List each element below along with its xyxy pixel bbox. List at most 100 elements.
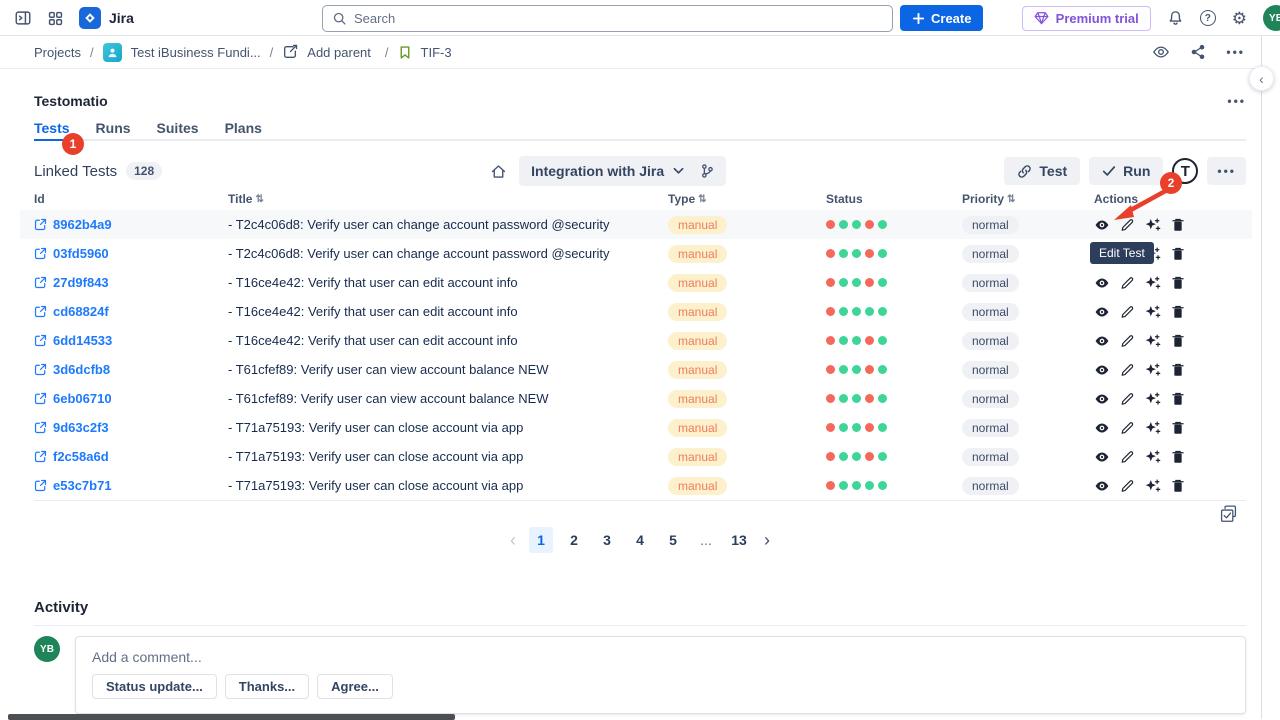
pagination-page-3[interactable]: 3 <box>595 527 619 553</box>
watch-icon[interactable] <box>1152 44 1170 60</box>
sort-icon[interactable]: ⇅ <box>1007 194 1015 205</box>
eye-filled-icon[interactable] <box>1094 479 1110 493</box>
trash-icon[interactable] <box>1171 420 1185 435</box>
pagination-page-5[interactable]: 5 <box>661 527 685 553</box>
trash-icon[interactable] <box>1171 275 1185 290</box>
user-avatar[interactable]: YB <box>1263 5 1280 31</box>
pagination-page-13[interactable]: 13 <box>727 527 751 553</box>
bulk-select-icon[interactable] <box>1219 504 1238 523</box>
status-dot <box>852 452 861 461</box>
sort-icon[interactable]: ⇅ <box>698 194 706 205</box>
sort-icon[interactable]: ⇅ <box>255 194 263 205</box>
trash-icon[interactable] <box>1171 246 1185 261</box>
pagination-prev-icon[interactable]: ‹ <box>506 530 520 551</box>
test-id-link[interactable]: f2c58a6d <box>34 449 228 464</box>
breadcrumb-project-name[interactable]: Test iBusiness Fundi... <box>131 45 261 60</box>
eye-filled-icon[interactable] <box>1094 334 1110 348</box>
ai-generate-icon[interactable] <box>1144 420 1161 436</box>
environment-dropdown[interactable]: Integration with Jira <box>519 156 726 186</box>
tab-suites[interactable]: Suites <box>157 120 199 139</box>
run-button[interactable]: Run <box>1089 157 1163 185</box>
pencil-icon[interactable] <box>1120 305 1134 319</box>
test-id-link[interactable]: 03fd5960 <box>34 246 228 261</box>
test-id-link[interactable]: 27d9f843 <box>34 275 228 290</box>
annotation-step-1: 1 <box>62 133 84 155</box>
ai-generate-icon[interactable] <box>1144 391 1161 407</box>
global-search[interactable] <box>322 5 893 32</box>
eye-filled-icon[interactable] <box>1094 276 1110 290</box>
test-id-link[interactable]: 3d6dcfb8 <box>34 362 228 377</box>
trash-icon[interactable] <box>1171 333 1185 348</box>
test-id: 6dd14533 <box>53 333 112 348</box>
pagination-page-1[interactable]: 1 <box>529 527 553 553</box>
help-icon[interactable]: ? <box>1200 10 1216 26</box>
eye-filled-icon[interactable] <box>1094 421 1110 435</box>
test-button[interactable]: Test <box>1004 157 1080 185</box>
tab-plans[interactable]: Plans <box>225 120 262 139</box>
right-rail <box>1262 36 1280 719</box>
quick-reply-3[interactable]: Agree... <box>317 674 393 699</box>
pencil-icon[interactable] <box>1120 479 1134 493</box>
pencil-icon[interactable] <box>1120 334 1134 348</box>
ai-generate-icon[interactable] <box>1144 304 1161 320</box>
test-id: 6eb06710 <box>53 391 112 406</box>
ai-generate-icon[interactable] <box>1144 478 1161 494</box>
status-dot <box>852 220 861 229</box>
toolbar-more-button[interactable]: ••• <box>1207 157 1246 185</box>
jira-home-link[interactable]: Jira <box>79 7 134 29</box>
eye-filled-icon[interactable] <box>1094 305 1110 319</box>
pagination-next-icon[interactable]: › <box>760 530 774 551</box>
column-header-title[interactable]: Title⇅ <box>228 192 668 206</box>
notifications-bell-icon[interactable] <box>1167 9 1184 27</box>
status-dot <box>878 278 887 287</box>
app-switcher-icon[interactable] <box>47 10 64 27</box>
trash-icon[interactable] <box>1171 478 1185 493</box>
eye-filled-icon[interactable] <box>1094 450 1110 464</box>
test-id-link[interactable]: 6eb06710 <box>34 391 228 406</box>
pagination-page-4[interactable]: 4 <box>628 527 652 553</box>
trash-icon[interactable] <box>1171 391 1185 406</box>
panel-more-icon[interactable]: ••• <box>1227 94 1246 108</box>
ai-generate-icon[interactable] <box>1144 362 1161 378</box>
trash-icon[interactable] <box>1171 362 1185 377</box>
test-id: 9d63c2f3 <box>53 420 109 435</box>
share-icon[interactable] <box>1190 44 1206 60</box>
test-id-link[interactable]: 8962b4a9 <box>34 217 228 232</box>
pencil-icon[interactable] <box>1120 450 1134 464</box>
home-icon[interactable] <box>490 163 507 180</box>
premium-trial-button[interactable]: Premium trial <box>1022 6 1151 31</box>
trash-icon[interactable] <box>1171 449 1185 464</box>
eye-filled-icon[interactable] <box>1094 363 1110 377</box>
quick-reply-2[interactable]: Thanks... <box>225 674 309 699</box>
more-icon[interactable]: ••• <box>1226 45 1245 59</box>
create-button[interactable]: Create <box>900 5 983 31</box>
comment-box[interactable]: Add a comment... Status update...Thanks.… <box>75 636 1246 714</box>
breadcrumb-add-parent[interactable]: Add parent <box>307 45 371 60</box>
ai-generate-icon[interactable] <box>1144 333 1161 349</box>
collapse-panel-button[interactable]: ‹ <box>1249 66 1274 91</box>
column-header-type[interactable]: Type⇅ <box>668 192 826 206</box>
trash-icon[interactable] <box>1171 304 1185 319</box>
breadcrumb-issue-key[interactable]: TIF-3 <box>421 45 452 60</box>
gear-icon[interactable]: ⚙ <box>1232 10 1247 27</box>
test-id-link[interactable]: cd68824f <box>34 304 228 319</box>
ai-generate-icon[interactable] <box>1144 275 1161 291</box>
breadcrumb-projects[interactable]: Projects <box>34 45 81 60</box>
test-id-link[interactable]: 6dd14533 <box>34 333 228 348</box>
test-id-link[interactable]: e53c7b71 <box>34 478 228 493</box>
search-input[interactable] <box>354 11 883 26</box>
tab-runs[interactable]: Runs <box>96 120 131 139</box>
pencil-icon[interactable] <box>1120 421 1134 435</box>
pagination-page-2[interactable]: 2 <box>562 527 586 553</box>
pencil-icon[interactable] <box>1120 392 1134 406</box>
ai-generate-icon[interactable] <box>1144 449 1161 465</box>
pencil-icon[interactable] <box>1120 363 1134 377</box>
pencil-icon[interactable] <box>1120 276 1134 290</box>
quick-reply-1[interactable]: Status update... <box>92 674 217 699</box>
eye-filled-icon[interactable] <box>1094 392 1110 406</box>
sidebar-toggle-icon[interactable] <box>14 9 32 27</box>
column-header-status: Status <box>826 192 962 206</box>
branch-icon[interactable] <box>700 163 714 179</box>
column-header-priority[interactable]: Priority⇅ <box>962 192 1094 206</box>
test-id-link[interactable]: 9d63c2f3 <box>34 420 228 435</box>
